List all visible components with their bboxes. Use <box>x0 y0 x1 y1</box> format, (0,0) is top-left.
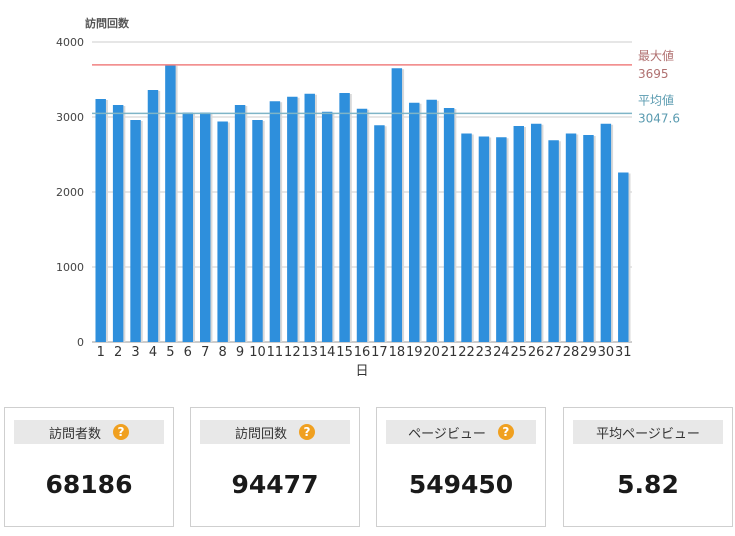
bar <box>200 112 211 342</box>
bar <box>548 140 559 342</box>
reference-lines: 最大値 3695 平均値 3047.6 <box>92 48 680 125</box>
stat-card-visitors: 訪問者数 ? 68186 <box>4 407 174 527</box>
x-tick-label: 11 <box>267 345 284 360</box>
stat-label: 平均ページビュー <box>596 426 700 442</box>
x-axis-label: 日 <box>355 364 368 379</box>
x-tick-label: 25 <box>511 345 528 360</box>
x-tick-label: 26 <box>528 345 545 360</box>
bars <box>95 64 631 342</box>
bar <box>130 120 141 342</box>
bar <box>618 172 629 342</box>
bar <box>147 90 159 342</box>
x-tick-label: 6 <box>184 345 192 360</box>
x-tick-label: 31 <box>615 345 632 360</box>
bar <box>321 111 333 342</box>
bar <box>269 101 281 342</box>
y-tick-label: 4000 <box>56 36 84 49</box>
x-tick-label: 21 <box>441 345 458 360</box>
bar <box>443 108 455 342</box>
x-tick-label: 23 <box>476 345 493 360</box>
bar <box>287 96 298 342</box>
x-tick-label: 14 <box>319 345 336 360</box>
stat-value: 94477 <box>231 470 319 499</box>
x-tick-label: 20 <box>423 345 440 360</box>
x-tick-label: 18 <box>389 345 406 360</box>
reference-label: 最大値 <box>638 48 674 63</box>
bar <box>356 108 368 342</box>
x-tick-label: 5 <box>166 345 174 360</box>
y-axis-label: 訪問回数 <box>85 16 130 30</box>
bar <box>478 136 490 342</box>
bar <box>374 125 385 342</box>
x-tick-label: 2 <box>114 345 122 360</box>
bar <box>426 99 437 342</box>
bar <box>600 123 612 342</box>
stat-label: 訪問回数 <box>234 426 287 442</box>
stat-card-pageviews: ページビュー ? 549450 <box>376 407 546 527</box>
x-tick-label: 15 <box>336 345 353 360</box>
x-tick-label: 19 <box>406 345 423 360</box>
x-tick-label: 1 <box>97 345 105 360</box>
x-tick-label: 13 <box>301 345 318 360</box>
x-tick-label: 7 <box>201 345 209 360</box>
bar <box>112 105 124 342</box>
x-tick-label: 24 <box>493 345 510 360</box>
x-tick-label: 29 <box>580 345 597 360</box>
y-tick-labels: 0 1000 2000 3000 4000 <box>56 36 84 349</box>
stat-card-header: ページビュー ? <box>386 420 536 444</box>
y-tick-label: 2000 <box>56 186 84 199</box>
stat-card-header: 訪問者数 ? <box>14 420 164 444</box>
help-icon[interactable]: ? <box>113 424 129 440</box>
bar <box>182 112 194 342</box>
x-tick-label: 12 <box>284 345 301 360</box>
reference-value: 3047.6 <box>638 111 680 125</box>
x-tick-label: 27 <box>545 345 562 360</box>
bar <box>461 133 472 342</box>
stat-value: 549450 <box>408 470 514 499</box>
bar <box>339 93 350 342</box>
stat-value: 5.82 <box>617 470 679 499</box>
x-tick-label: 4 <box>149 345 157 360</box>
x-tick-labels: 1 2 3 4 5 6 7 8 9 10 11 12 13 14 15 16 17 18 19 20 21 22 23 24 2… <box>97 345 632 360</box>
stat-card-header: 平均ページビュー <box>573 420 723 444</box>
bar <box>165 64 176 342</box>
daily-visits-bar-chart: 訪問回数 01000200030004000 最大値3695平均値3047.6 … <box>56 16 680 379</box>
stats-cards: 訪問者数 ? 68186 訪問回数 ? 94477 ページビュー ? 54945… <box>0 405 735 531</box>
bar <box>304 93 315 342</box>
help-icon[interactable]: ? <box>299 424 315 440</box>
stat-label: 訪問者数 <box>48 426 101 442</box>
y-tick-label: 0 <box>77 336 84 349</box>
x-tick-label: 22 <box>458 345 475 360</box>
bar <box>409 102 420 342</box>
x-tick-label: 17 <box>371 345 388 360</box>
x-tick-label: 16 <box>354 345 371 360</box>
bar <box>217 121 228 342</box>
y-tick-label: 1000 <box>56 261 84 274</box>
bar <box>583 135 594 342</box>
stat-label: ページビュー <box>408 426 486 442</box>
bar <box>234 105 246 342</box>
bar <box>95 99 106 342</box>
x-tick-label: 28 <box>563 345 580 360</box>
bar <box>496 137 507 342</box>
stat-card-avg-pageviews: 平均ページビュー 5.82 <box>563 407 733 527</box>
bar <box>252 120 263 342</box>
x-tick-label: 9 <box>236 345 244 360</box>
x-tick-label: 3 <box>131 345 139 360</box>
stat-card-header: 訪問回数 ? <box>200 420 350 444</box>
bar <box>513 126 524 342</box>
x-tick-label: 10 <box>249 345 266 360</box>
help-icon[interactable]: ? <box>497 424 514 440</box>
bar <box>565 133 577 342</box>
stat-card-visits: 訪問回数 ? 94477 <box>190 407 360 527</box>
y-tick-label: 3000 <box>56 111 84 124</box>
reference-value: 3695 <box>638 67 669 81</box>
stat-value: 68186 <box>45 470 133 499</box>
x-tick-label: 8 <box>219 345 227 360</box>
x-tick-label: 30 <box>598 345 615 360</box>
bar <box>391 68 403 342</box>
reference-label: 平均値 <box>638 92 674 107</box>
bar <box>530 123 542 342</box>
